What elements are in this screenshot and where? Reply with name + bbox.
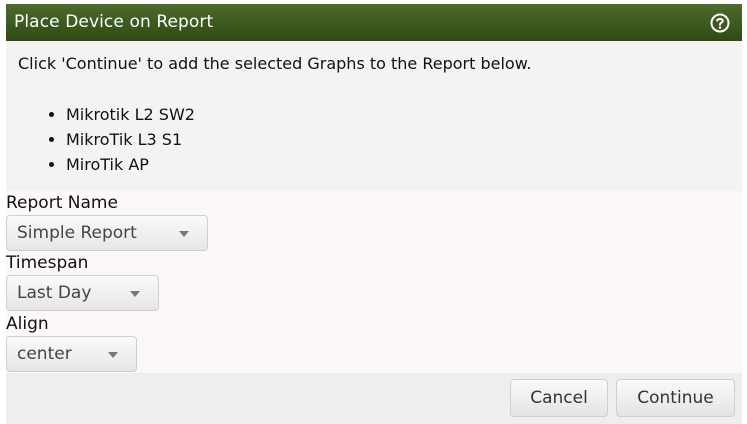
- continue-button[interactable]: Continue: [616, 379, 735, 417]
- chevron-down-icon: [130, 291, 140, 297]
- align-value: center: [17, 344, 72, 364]
- dialog-footer: Cancel Continue: [6, 373, 742, 424]
- dialog-content: Click 'Continue' to add the selected Gra…: [6, 41, 742, 191]
- timespan-value: Last Day: [17, 283, 92, 303]
- report-name-select[interactable]: Simple Report: [6, 215, 208, 251]
- chevron-down-icon: [179, 231, 189, 237]
- device-list-item: Mikrotik L2 SW2: [66, 102, 195, 127]
- align-select[interactable]: center: [6, 336, 137, 372]
- place-device-dialog: Place Device on Report Click 'Continue' …: [0, 0, 747, 424]
- dialog-titlebar: Place Device on Report: [6, 4, 742, 41]
- instruction-text: Click 'Continue' to add the selected Gra…: [18, 54, 532, 73]
- report-form: Report Name Simple Report Timespan Last …: [6, 191, 742, 373]
- device-list-item: MiroTik AP: [66, 152, 195, 177]
- cancel-button[interactable]: Cancel: [510, 379, 608, 417]
- align-label: Align: [6, 314, 49, 334]
- timespan-select[interactable]: Last Day: [6, 275, 159, 311]
- report-name-label: Report Name: [6, 193, 118, 213]
- device-list: Mikrotik L2 SW2 MikroTik L3 S1 MiroTik A…: [6, 102, 195, 177]
- timespan-label: Timespan: [6, 253, 89, 273]
- report-name-value: Simple Report: [17, 223, 137, 243]
- device-list-item: MikroTik L3 S1: [66, 127, 195, 152]
- dialog-title: Place Device on Report: [14, 12, 214, 32]
- chevron-down-icon: [108, 352, 118, 358]
- question-circle-icon[interactable]: [710, 13, 730, 33]
